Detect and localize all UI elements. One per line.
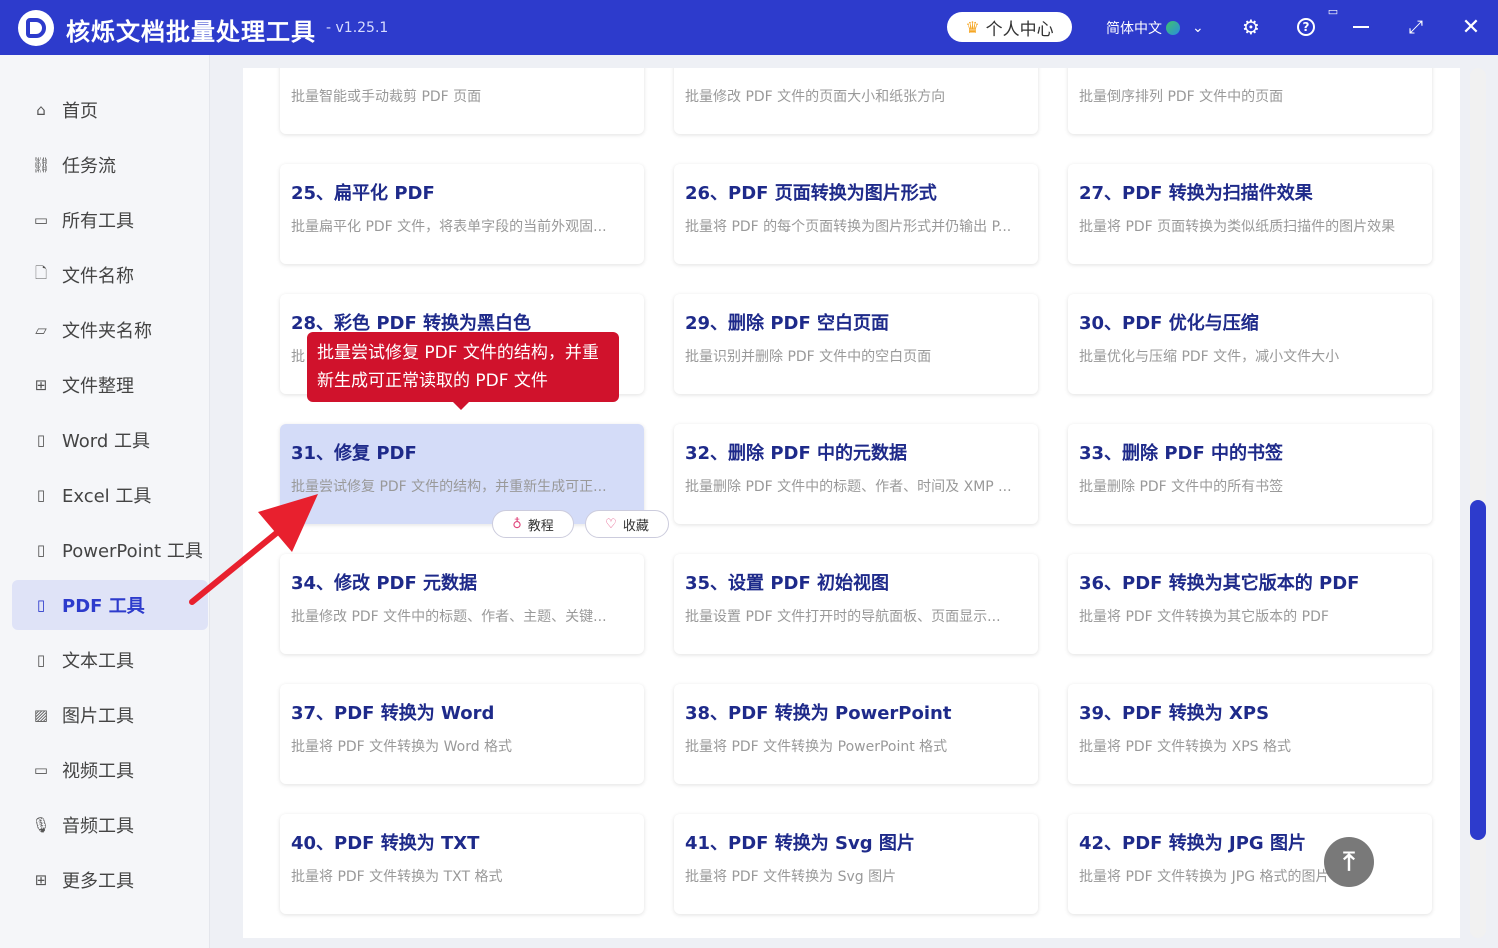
sidebar-item-workflow[interactable]: ⛓ 任务流 <box>12 140 208 190</box>
sidebar-item-label: 所有工具 <box>62 211 134 232</box>
tool-card[interactable]: 批量修改 PDF 文件的页面大小和纸张方向 <box>674 68 1038 134</box>
grid-icon: ⊞ <box>34 871 48 889</box>
sidebar-item-label: 文件整理 <box>62 376 134 397</box>
sidebar-item-video-tools[interactable]: ▭ 视频工具 <box>12 745 208 795</box>
sidebar-item-label: Word 工具 <box>62 431 150 452</box>
word-icon: ▯ <box>36 431 46 449</box>
tool-card[interactable]: 26、PDF 页面转换为图片形式 批量将 PDF 的每个页面转换为图片形式并仍输出… <box>674 164 1038 264</box>
minimize-icon[interactable] <box>1348 14 1374 40</box>
globe-icon <box>1166 21 1180 35</box>
user-center-label: 个人中心 <box>985 19 1054 40</box>
sidebar-item-label: 首页 <box>62 101 98 122</box>
lightbulb-icon: ♁ <box>512 516 522 532</box>
app-logo-icon <box>18 10 54 46</box>
tool-card[interactable]: 25、扁平化 PDF 批量扁平化 PDF 文件，将表单字段的当前外观固... <box>280 164 644 264</box>
sidebar-item-file-name[interactable]: 🗋 文件名称 <box>12 250 208 300</box>
tool-card[interactable]: 批量智能或手动裁剪 PDF 页面 <box>280 68 644 134</box>
tool-card[interactable]: 27、PDF 转换为扫描件效果 批量将 PDF 页面转换为类似纸质扫描件的图片效果 <box>1068 164 1432 264</box>
image-icon: ▨ <box>33 706 49 724</box>
file-icon: 🗋 <box>34 263 48 282</box>
tutorial-button[interactable]: ♁ 教程 <box>492 510 574 538</box>
sidebar-item-label: 图片工具 <box>62 706 134 727</box>
tool-grid: 批量智能或手动裁剪 PDF 页面 批量修改 PDF 文件的页面大小和纸张方向 批… <box>243 68 1460 938</box>
tool-card[interactable]: 40、PDF 转换为 TXT 批量将 PDF 文件转换为 TXT 格式 <box>280 814 644 914</box>
tooltip: 批量尝试修复 PDF 文件的结构，并重 新生成可正常读取的 PDF 文件 <box>307 332 619 410</box>
sidebar-item-file-organize[interactable]: ⊞ 文件整理 <box>12 360 208 410</box>
pdf-icon: ▯ <box>36 596 46 614</box>
arrow-up-icon: ⤒ <box>1343 846 1355 877</box>
maximize-icon[interactable]: ⤢ <box>1403 14 1429 40</box>
favorite-button[interactable]: ♡ 收藏 <box>585 510 669 538</box>
folder-icon: ▱ <box>35 321 47 339</box>
tool-card[interactable]: 34、修改 PDF 元数据 批量修改 PDF 文件中的标题、作者、主题、关键... <box>280 554 644 654</box>
sidebar-item-pdf-tools[interactable]: ▯ PDF 工具 <box>12 580 208 630</box>
sidebar-item-text-tools[interactable]: ▯ 文本工具 <box>12 635 208 685</box>
help-icon[interactable]: ? <box>1293 14 1319 40</box>
tool-card[interactable]: 39、PDF 转换为 XPS 批量将 PDF 文件转换为 XPS 格式 <box>1068 684 1432 784</box>
tool-card[interactable]: 37、PDF 转换为 Word 批量将 PDF 文件转换为 Word 格式 <box>280 684 644 784</box>
tool-card[interactable]: 36、PDF 转换为其它版本的 PDF 批量将 PDF 文件转换为其它版本的 PD… <box>1068 554 1432 654</box>
tool-card[interactable]: 41、PDF 转换为 Svg 图片 批量将 PDF 文件转换为 Svg 图片 <box>674 814 1038 914</box>
sidebar-item-label: PowerPoint 工具 <box>62 541 203 562</box>
sidebar-item-label: PDF 工具 <box>62 596 145 617</box>
sidebar-item-powerpoint-tools[interactable]: ▯ PowerPoint 工具 <box>12 525 208 575</box>
sidebar-item-word-tools[interactable]: ▯ Word 工具 <box>12 415 208 465</box>
language-selector[interactable]: 简体中文 ⌄ <box>1106 18 1204 38</box>
sidebar-item-excel-tools[interactable]: ▯ Excel 工具 <box>12 470 208 520</box>
scrollbar-thumb[interactable] <box>1470 500 1486 840</box>
sidebar-item-more-tools[interactable]: ⊞ 更多工具 <box>12 855 208 905</box>
sidebar-item-label: 文件名称 <box>62 266 134 287</box>
sidebar-item-label: 音频工具 <box>62 816 134 837</box>
message-icon[interactable]: ▭ <box>1325 4 1341 18</box>
sidebar-item-audio-tools[interactable]: 🎙 音频工具 <box>12 800 208 850</box>
tool-card[interactable]: 35、设置 PDF 初始视图 批量设置 PDF 文件打开时的导航面板、页面显示..… <box>674 554 1038 654</box>
tooltip-line: 新生成可正常读取的 PDF 文件 <box>317 371 548 391</box>
tool-card[interactable]: 38、PDF 转换为 PowerPoint 批量将 PDF 文件转换为 Power… <box>674 684 1038 784</box>
crown-icon: ♛ <box>965 17 980 37</box>
workflow-icon: ⛓ <box>31 156 51 174</box>
audio-icon: 🎙 <box>31 816 51 834</box>
excel-icon: ▯ <box>36 486 46 504</box>
gear-icon[interactable]: ⚙ <box>1238 14 1264 40</box>
organize-icon: ⊞ <box>34 376 48 394</box>
text-icon: ▯ <box>36 651 46 669</box>
chevron-down-icon: ⌄ <box>1192 20 1204 36</box>
monitor-icon: ▭ <box>33 211 49 229</box>
sidebar: ⌂ 首页 ⛓ 任务流 ▭ 所有工具 🗋 文件名称 ▱ 文件夹名称 ⊞ 文件整理 ▯ Word … <box>0 55 210 948</box>
user-center-button[interactable]: ♛ 个人中心 <box>947 12 1072 42</box>
sidebar-item-image-tools[interactable]: ▨ 图片工具 <box>12 690 208 740</box>
powerpoint-icon: ▯ <box>36 541 46 559</box>
app-title: 核烁文档批量处理工具 <box>66 18 316 46</box>
app-version: - v1.25.1 <box>326 20 389 36</box>
sidebar-item-label: 文本工具 <box>62 651 134 672</box>
sidebar-item-label: 视频工具 <box>62 761 134 782</box>
tooltip-line: 批量尝试修复 PDF 文件的结构，并重 <box>317 343 599 363</box>
sidebar-item-home[interactable]: ⌂ 首页 <box>12 85 208 135</box>
sidebar-item-label: Excel 工具 <box>62 486 152 507</box>
back-to-top-button[interactable]: ⤒ <box>1324 837 1374 887</box>
language-label: 简体中文 <box>1106 21 1162 37</box>
tool-card[interactable]: 29、删除 PDF 空白页面 批量识别并删除 PDF 文件中的空白页面 <box>674 294 1038 394</box>
sidebar-item-label: 任务流 <box>62 156 116 177</box>
home-icon: ⌂ <box>36 101 46 119</box>
sidebar-item-label: 更多工具 <box>62 871 134 892</box>
tool-card-repair-pdf[interactable]: 31、修复 PDF 批量尝试修复 PDF 文件的结构，并重新生成可正... <box>280 424 644 524</box>
tool-card[interactable]: 32、删除 PDF 中的元数据 批量删除 PDF 文件中的标题、作者、时间及 XM… <box>674 424 1038 524</box>
title-bar: 核烁文档批量处理工具 - v1.25.1 ♛ 个人中心 简体中文 ⌄ ⚙ ? ▭… <box>0 0 1498 55</box>
sidebar-item-all-tools[interactable]: ▭ 所有工具 <box>12 195 208 245</box>
tool-card[interactable]: 30、PDF 优化与压缩 批量优化与压缩 PDF 文件，减小文件大小 <box>1068 294 1432 394</box>
tool-card[interactable]: 批量倒序排列 PDF 文件中的页面 <box>1068 68 1432 134</box>
tool-card[interactable]: 33、删除 PDF 中的书签 批量删除 PDF 文件中的所有书签 <box>1068 424 1432 524</box>
sidebar-item-folder-name[interactable]: ▱ 文件夹名称 <box>12 305 208 355</box>
tool-card[interactable]: 42、PDF 转换为 JPG 图片 批量将 PDF 文件转换为 JPG 格式的图片 <box>1068 814 1432 914</box>
video-icon: ▭ <box>33 761 49 779</box>
heart-icon: ♡ <box>605 516 617 532</box>
close-icon[interactable]: ✕ <box>1458 14 1484 40</box>
sidebar-item-label: 文件夹名称 <box>62 321 152 342</box>
